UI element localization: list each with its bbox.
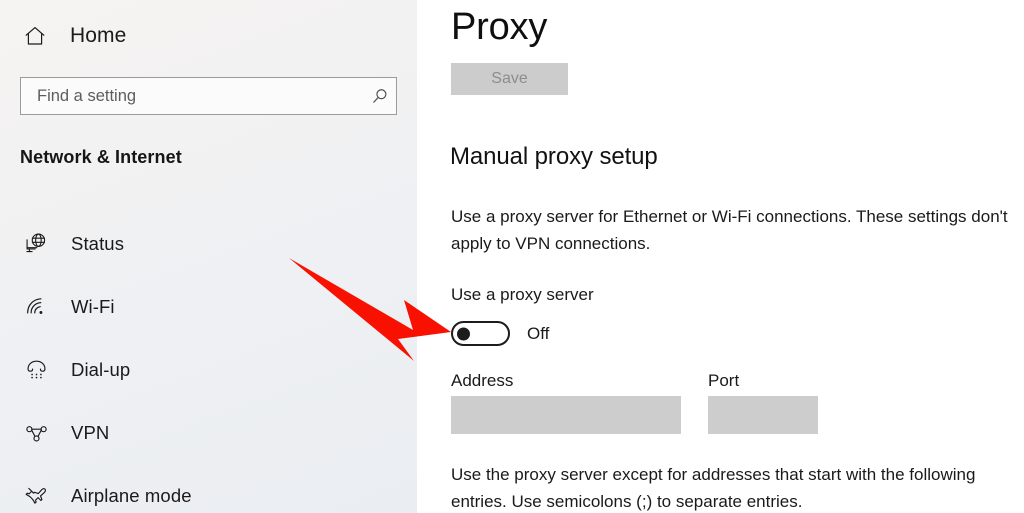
sidebar: Home Network & Internet — [0, 0, 417, 513]
sidebar-item-label: Wi-Fi — [71, 295, 115, 317]
toggle-state-label: Off — [527, 323, 550, 343]
search-box[interactable] — [20, 77, 397, 115]
sidebar-item-wifi[interactable]: Wi-Fi — [0, 275, 417, 338]
use-proxy-server-toggle-row: Off — [451, 321, 549, 346]
manual-proxy-setup-heading: Manual proxy setup — [450, 143, 658, 170]
home-icon — [20, 21, 50, 51]
port-input[interactable] — [708, 396, 818, 434]
toggle-knob — [457, 327, 470, 340]
settings-window: Home Network & Internet — [0, 0, 1024, 513]
sidebar-item-vpn[interactable]: VPN — [0, 401, 417, 464]
address-label: Address — [451, 371, 514, 390]
sidebar-nav: Status Wi-Fi Dial-up VPN Airplane mode — [0, 212, 417, 513]
bypass-description: Use the proxy server except for addresse… — [451, 465, 976, 511]
vpn-icon — [21, 418, 51, 448]
use-proxy-server-toggle[interactable] — [451, 321, 510, 346]
sidebar-item-label: Airplane mode — [71, 484, 192, 506]
sidebar-item-status[interactable]: Status — [0, 212, 417, 275]
sidebar-item-label: Dial-up — [71, 358, 131, 380]
main-content: Proxy Save Manual proxy setup Use a prox… — [417, 0, 1024, 513]
globe-monitor-icon — [21, 229, 51, 259]
airplane-icon — [21, 481, 51, 511]
sidebar-section-title: Network & Internet — [20, 147, 182, 167]
search-icon[interactable] — [362, 87, 396, 106]
wifi-icon — [21, 292, 51, 322]
home-label: Home — [70, 24, 127, 47]
save-button[interactable]: Save — [451, 63, 568, 95]
proxy-description: Use a proxy server for Ethernet or Wi-Fi… — [451, 207, 1008, 253]
address-input[interactable] — [451, 396, 681, 434]
use-proxy-server-label: Use a proxy server — [451, 285, 594, 304]
home-nav-item[interactable]: Home — [20, 18, 126, 54]
page-title: Proxy — [451, 6, 548, 48]
sidebar-item-label: Status — [71, 232, 125, 254]
search-input[interactable] — [21, 78, 362, 114]
sidebar-item-airplane-mode[interactable]: Airplane mode — [0, 464, 417, 513]
dialup-phone-icon — [21, 355, 51, 385]
sidebar-item-label: VPN — [71, 421, 110, 443]
sidebar-item-dialup[interactable]: Dial-up — [0, 338, 417, 401]
port-label: Port — [708, 371, 740, 390]
